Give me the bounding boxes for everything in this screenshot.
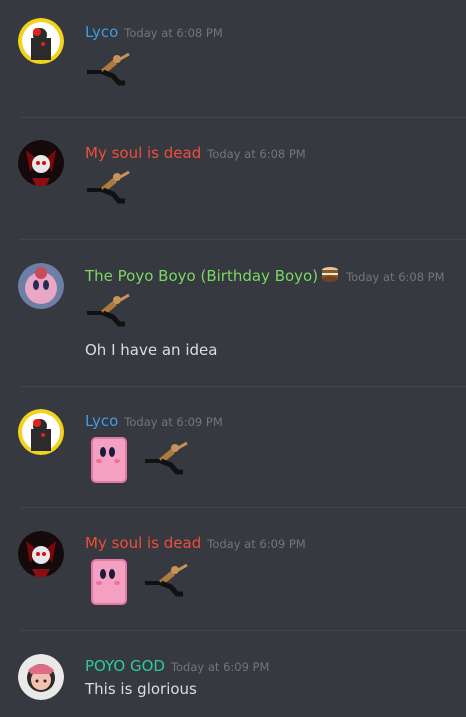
avatar[interactable] (18, 409, 64, 455)
kick-emoji-icon[interactable] (85, 52, 135, 90)
timestamp: Today at 6:08 PM (346, 270, 445, 284)
kirby-block-emoji-icon[interactable] (90, 435, 132, 489)
author-name[interactable]: My soul is dead (85, 144, 201, 162)
kirby-block-emoji-icon[interactable] (90, 557, 132, 611)
timestamp: Today at 6:09 PM (170, 660, 270, 674)
message-divider (20, 239, 466, 240)
message-divider (20, 507, 466, 508)
avatar[interactable] (18, 140, 64, 186)
message-divider (20, 386, 466, 387)
author-name[interactable]: The Poyo Boyo (Birthday Boyo) (85, 267, 318, 285)
avatar[interactable] (18, 18, 64, 64)
chat-log: Lyco Today at 6:08 PM My soul is dead To… (0, 0, 466, 717)
author-name[interactable]: Lyco (85, 412, 118, 430)
author-name[interactable]: My soul is dead (85, 534, 201, 552)
message-divider (20, 630, 466, 631)
timestamp: Today at 6:09 PM (124, 415, 223, 429)
avatar[interactable] (18, 531, 64, 577)
message-text: This is glorious (85, 680, 197, 698)
kick-emoji-icon[interactable] (85, 293, 135, 331)
kick-emoji-icon[interactable] (85, 170, 135, 208)
kick-emoji-icon[interactable] (143, 563, 193, 601)
author-name[interactable]: POYO GOD (85, 657, 165, 675)
timestamp: Today at 6:08 PM (124, 26, 223, 40)
timestamp: Today at 6:08 PM (207, 147, 306, 161)
cake-icon (320, 264, 340, 288)
message-text: Oh I have an idea (85, 341, 218, 359)
avatar[interactable] (18, 263, 64, 309)
message-divider (20, 117, 466, 118)
timestamp: Today at 6:09 PM (207, 537, 306, 551)
kick-emoji-icon[interactable] (143, 441, 193, 479)
author-name[interactable]: Lyco (85, 23, 118, 41)
avatar[interactable] (18, 654, 64, 700)
